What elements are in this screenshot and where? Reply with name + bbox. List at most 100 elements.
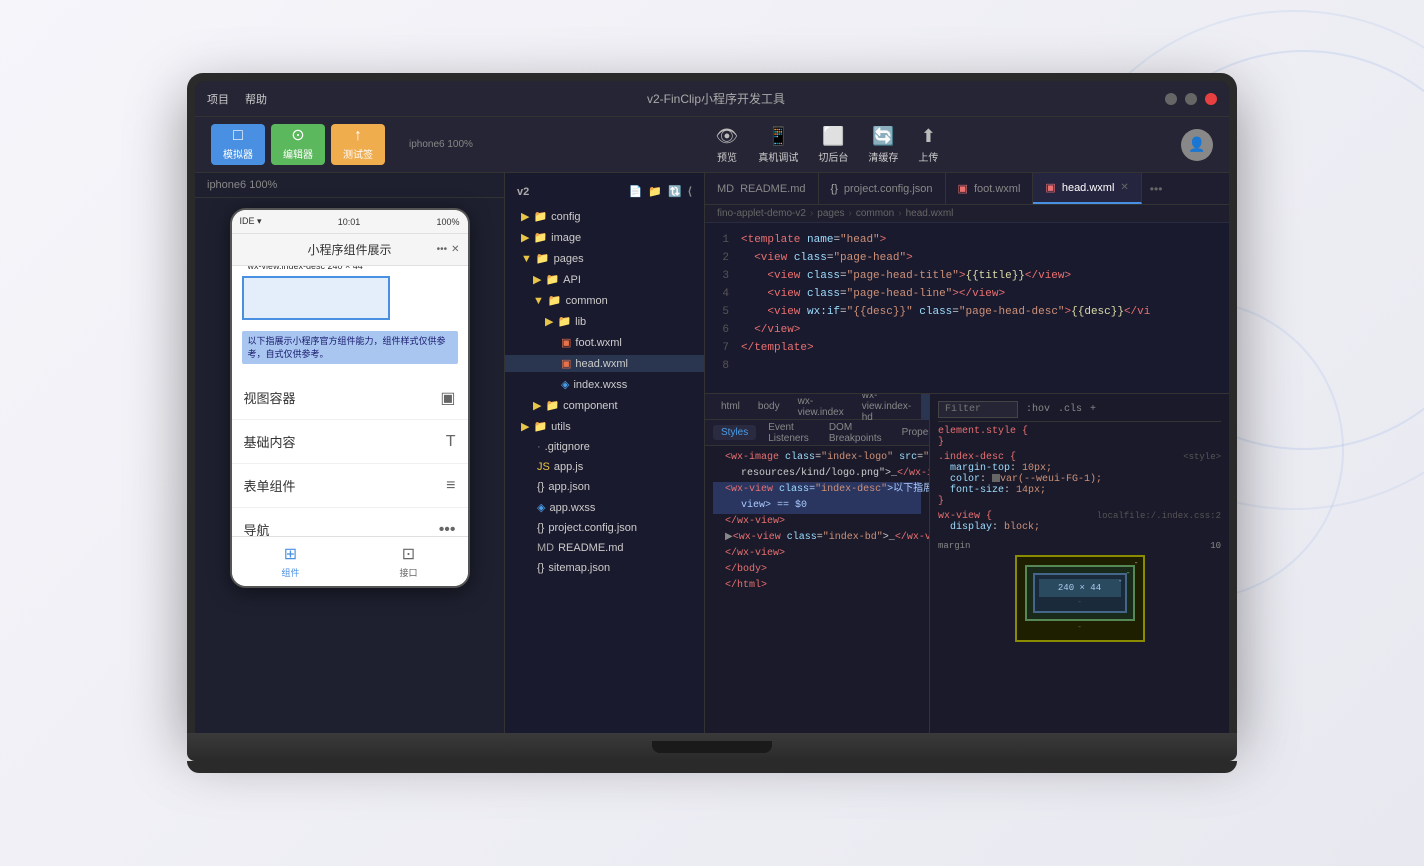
file-tree-new-folder-icon[interactable]: 📁 bbox=[648, 185, 662, 198]
menu-item-project[interactable]: 项目 bbox=[207, 91, 229, 107]
maximize-button[interactable] bbox=[1185, 93, 1197, 105]
simulator-icon: □ bbox=[233, 128, 243, 144]
file-utils[interactable]: ▶ 📁 utils bbox=[505, 416, 704, 437]
phone-title-controls: ••• ✕ bbox=[437, 244, 460, 255]
tab-head-close[interactable]: ✕ bbox=[1120, 182, 1128, 193]
styles-filter-input[interactable] bbox=[938, 401, 1018, 418]
file-lib[interactable]: ▶ 📁 lib bbox=[505, 311, 704, 332]
dom-tab-body[interactable]: body bbox=[750, 399, 788, 414]
code-editor[interactable]: 1 <template name="head"> 2 <view class="… bbox=[705, 223, 1229, 393]
style-prop-color: color bbox=[950, 474, 980, 485]
tab-more-button[interactable]: ••• bbox=[1142, 182, 1171, 196]
phone-content: wx-view.index-desc 240 × 44 以下指展示小程序官方组件… bbox=[232, 266, 468, 536]
file-app-json[interactable]: {} app.json bbox=[505, 477, 704, 497]
phone-status-bar: IDE ▾ 10:01 100% bbox=[232, 210, 468, 234]
simulator-button[interactable]: □ 模拟器 bbox=[211, 124, 265, 165]
code-line-4: 4 <view class="page-head-line"></view> bbox=[705, 285, 1229, 303]
file-image[interactable]: ▶ 📁 image bbox=[505, 227, 704, 248]
background-action[interactable]: ⬜ 切后台 bbox=[818, 126, 848, 164]
html-preview-panel: html body wx-view.index wx-view.index-hd… bbox=[705, 394, 929, 733]
readme-label: README.md bbox=[558, 542, 623, 554]
devtools-tab-styles[interactable]: Styles bbox=[713, 425, 756, 440]
dom-breadcrumb-bar: html body wx-view.index wx-view.index-hd… bbox=[705, 394, 929, 420]
file-foot-wxml[interactable]: ▣ foot.wxml bbox=[505, 332, 704, 353]
clear-cache-action[interactable]: 🔄 清缓存 bbox=[868, 126, 898, 164]
code-line-6: 6 </view> bbox=[705, 321, 1229, 339]
file-common[interactable]: ▼ 📁 common bbox=[505, 290, 704, 311]
devtools-tab-event[interactable]: Event Listeners bbox=[760, 420, 817, 446]
preview-label: 预览 bbox=[717, 149, 737, 164]
menu-item-help[interactable]: 帮助 bbox=[245, 91, 267, 107]
title-bar: 项目 帮助 v2-FinClip小程序开发工具 bbox=[195, 81, 1229, 117]
user-avatar[interactable]: 👤 bbox=[1181, 129, 1213, 161]
phone-menu-icon-view: ▣ bbox=[440, 388, 455, 408]
line-content-5: <view wx:if="{{desc}}" class="page-head-… bbox=[741, 303, 1150, 321]
device-debug-action[interactable]: 📱 真机调试 bbox=[758, 126, 798, 164]
phone-nav-api-icon: ⊡ bbox=[402, 544, 415, 564]
laptop-base bbox=[187, 733, 1237, 761]
phone-menu-item-content[interactable]: 基础内容 T bbox=[232, 420, 468, 464]
minimize-button[interactable] bbox=[1165, 93, 1177, 105]
file-tree-new-file-icon[interactable]: 📄 bbox=[629, 185, 643, 198]
preview-action[interactable]: 👁 预览 bbox=[716, 126, 739, 164]
tab-head-label: head.wxml bbox=[1062, 182, 1115, 194]
close-button[interactable] bbox=[1205, 93, 1217, 105]
image-label: image bbox=[551, 232, 581, 244]
phone-signal: IDE ▾ bbox=[240, 216, 262, 227]
file-pages[interactable]: ▼ 📁 pages bbox=[505, 248, 704, 269]
phone-nav-components[interactable]: ⊞ 组件 bbox=[232, 544, 350, 579]
phone-nav-api[interactable]: ⊡ 接口 bbox=[350, 544, 468, 579]
bottom-panel: html body wx-view.index wx-view.index-hd… bbox=[705, 393, 1229, 733]
styles-pseudo-toggle[interactable]: :hov bbox=[1026, 404, 1050, 415]
breadcrumb-root: fino-applet-demo-v2 bbox=[717, 208, 806, 219]
line-num-7: 7 bbox=[713, 339, 741, 357]
file-gitignore[interactable]: · .gitignore bbox=[505, 437, 704, 457]
app-title: v2-FinClip小程序开发工具 bbox=[267, 90, 1165, 107]
phone-close-icon[interactable]: ✕ bbox=[451, 244, 459, 255]
breadcrumb-pages: pages bbox=[817, 208, 844, 219]
code-line-5: 5 <view wx:if="{{desc}}" class="page-hea… bbox=[705, 303, 1229, 321]
toolbar: □ 模拟器 ⊙ 编辑器 ↑ 测试签 iphone6 100% bbox=[195, 117, 1229, 173]
tab-head-wxml[interactable]: ▣ head.wxml ✕ bbox=[1033, 173, 1141, 204]
devtools-tab-dom[interactable]: DOM Breakpoints bbox=[821, 420, 890, 446]
file-app-wxss[interactable]: ◈ app.wxss bbox=[505, 497, 704, 518]
upload-action[interactable]: ⬆ 上传 bbox=[918, 126, 938, 164]
device-debug-label: 真机调试 bbox=[758, 149, 798, 164]
phone-menu-label-view: 视图容器 bbox=[244, 388, 296, 407]
file-api[interactable]: ▶ 📁 API bbox=[505, 269, 704, 290]
tab-project-config[interactable]: {} project.config.json bbox=[819, 173, 946, 204]
devtools-tab-props[interactable]: Properties bbox=[894, 425, 929, 440]
device-label: iphone6 100% bbox=[409, 139, 473, 150]
file-tree-refresh-icon[interactable]: 🔃 bbox=[668, 185, 682, 198]
editor-button[interactable]: ⊙ 编辑器 bbox=[271, 124, 325, 165]
phone-menu-item-nav[interactable]: 导航 ••• bbox=[232, 508, 468, 536]
tab-foot-wxml[interactable]: ▣ foot.wxml bbox=[946, 173, 1034, 204]
style-val-color: var(--weui-FG-1); bbox=[1000, 474, 1102, 485]
style-selector-index-desc: .index-desc { bbox=[938, 452, 1016, 463]
file-readme[interactable]: MD README.md bbox=[505, 538, 704, 558]
file-index-wxss[interactable]: ◈ index.wxss bbox=[505, 374, 704, 395]
file-config[interactable]: ▶ 📁 config bbox=[505, 206, 704, 227]
code-line-2: 2 <view class="page-head"> bbox=[705, 249, 1229, 267]
bottom-panel-content: html body wx-view.index wx-view.index-hd… bbox=[705, 394, 1229, 733]
phone-time: 10:01 bbox=[338, 217, 361, 227]
file-app-js[interactable]: JS app.js bbox=[505, 457, 704, 477]
file-head-wxml[interactable]: ▣ head.wxml bbox=[505, 353, 704, 374]
appjson-icon: {} bbox=[537, 481, 544, 493]
phone-menu-icon[interactable]: ••• bbox=[437, 244, 448, 255]
dom-tab-wx-view-index[interactable]: wx-view.index bbox=[790, 394, 852, 420]
phone-menu-item-form[interactable]: 表单组件 ≡ bbox=[232, 464, 468, 508]
file-sitemap[interactable]: {} sitemap.json bbox=[505, 558, 704, 578]
styles-cls-toggle[interactable]: .cls bbox=[1058, 404, 1082, 415]
line-content-7: </template> bbox=[741, 339, 814, 357]
tab-readme[interactable]: MD README.md bbox=[705, 173, 819, 204]
component-expand-icon: ▶ bbox=[533, 399, 541, 412]
styles-add-rule[interactable]: + bbox=[1090, 404, 1096, 415]
ide-window: 项目 帮助 v2-FinClip小程序开发工具 □ bbox=[195, 81, 1229, 733]
test-button[interactable]: ↑ 测试签 bbox=[331, 124, 385, 165]
dom-tab-html[interactable]: html bbox=[713, 399, 748, 414]
file-tree-collapse-icon[interactable]: ⟨ bbox=[688, 185, 692, 198]
file-project-config[interactable]: {} project.config.json bbox=[505, 518, 704, 538]
phone-menu-item-view[interactable]: 视图容器 ▣ bbox=[232, 376, 468, 420]
file-component[interactable]: ▶ 📁 component bbox=[505, 395, 704, 416]
